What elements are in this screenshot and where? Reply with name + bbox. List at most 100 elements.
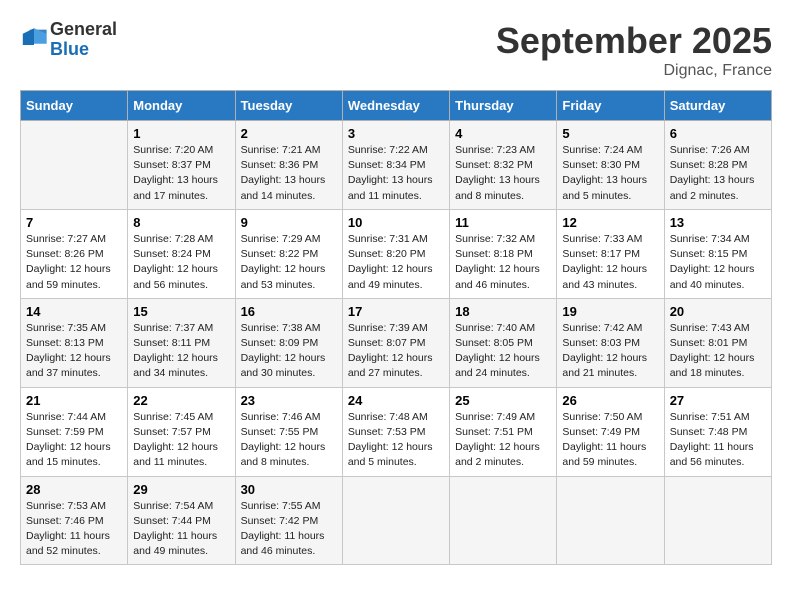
day-number: 14 — [26, 304, 122, 319]
day-number: 8 — [133, 215, 229, 230]
calendar-cell: 3 Sunrise: 7:22 AM Sunset: 8:34 PM Daylig… — [342, 121, 449, 210]
calendar-cell — [342, 476, 449, 565]
calendar-cell — [664, 476, 771, 565]
location: Dignac, France — [496, 62, 772, 80]
day-info: Sunrise: 7:48 AM Sunset: 7:53 PM Dayligh… — [348, 410, 444, 471]
day-number: 19 — [562, 304, 658, 319]
day-number: 25 — [455, 393, 551, 408]
calendar-cell: 27 Sunrise: 7:51 AM Sunset: 7:48 PM Dayli… — [664, 387, 771, 476]
calendar-cell: 2 Sunrise: 7:21 AM Sunset: 8:36 PM Daylig… — [235, 121, 342, 210]
month-title: September 2025 — [496, 20, 772, 62]
day-number: 29 — [133, 482, 229, 497]
logo-icon — [20, 24, 48, 52]
day-info: Sunrise: 7:39 AM Sunset: 8:07 PM Dayligh… — [348, 321, 444, 382]
calendar-cell: 20 Sunrise: 7:43 AM Sunset: 8:01 PM Dayli… — [664, 298, 771, 387]
day-number: 26 — [562, 393, 658, 408]
day-info: Sunrise: 7:35 AM Sunset: 8:13 PM Dayligh… — [26, 321, 122, 382]
calendar-cell: 22 Sunrise: 7:45 AM Sunset: 7:57 PM Dayli… — [128, 387, 235, 476]
day-info: Sunrise: 7:54 AM Sunset: 7:44 PM Dayligh… — [133, 499, 229, 560]
calendar-cell: 6Sunrise: 7:26 AM Sunset: 8:28 PM Daylig… — [664, 121, 771, 210]
day-info: Sunrise: 7:38 AM Sunset: 8:09 PM Dayligh… — [241, 321, 337, 382]
calendar-cell: 11Sunrise: 7:32 AM Sunset: 8:18 PM Dayli… — [450, 209, 557, 298]
calendar-week-3: 14 Sunrise: 7:35 AM Sunset: 8:13 PM Dayli… — [21, 298, 772, 387]
day-number: 21 — [26, 393, 122, 408]
day-number: 4 — [455, 126, 551, 141]
calendar-cell: 29 Sunrise: 7:54 AM Sunset: 7:44 PM Dayli… — [128, 476, 235, 565]
calendar-cell: 4Sunrise: 7:23 AM Sunset: 8:32 PM Daylig… — [450, 121, 557, 210]
day-info: Sunrise: 7:46 AM Sunset: 7:55 PM Dayligh… — [241, 410, 337, 471]
page-header: General Blue September 2025 Dignac, Fran… — [20, 20, 772, 80]
calendar-week-4: 21 Sunrise: 7:44 AM Sunset: 7:59 PM Dayli… — [21, 387, 772, 476]
weekday-header-thursday: Thursday — [450, 91, 557, 121]
day-info: Sunrise: 7:31 AM Sunset: 8:20 PM Dayligh… — [348, 232, 444, 293]
calendar-cell: 10 Sunrise: 7:31 AM Sunset: 8:20 PM Dayli… — [342, 209, 449, 298]
calendar-cell: 7Sunrise: 7:27 AM Sunset: 8:26 PM Daylig… — [21, 209, 128, 298]
calendar-cell: 5 Sunrise: 7:24 AM Sunset: 8:30 PM Daylig… — [557, 121, 664, 210]
calendar-week-5: 28 Sunrise: 7:53 AM Sunset: 7:46 PM Dayli… — [21, 476, 772, 565]
calendar-cell: 13 Sunrise: 7:34 AM Sunset: 8:15 PM Dayli… — [664, 209, 771, 298]
day-number: 3 — [348, 126, 444, 141]
day-number: 1 — [133, 126, 229, 141]
calendar-cell: 25 Sunrise: 7:49 AM Sunset: 7:51 PM Dayli… — [450, 387, 557, 476]
calendar-week-2: 7Sunrise: 7:27 AM Sunset: 8:26 PM Daylig… — [21, 209, 772, 298]
calendar-cell: 17 Sunrise: 7:39 AM Sunset: 8:07 PM Dayli… — [342, 298, 449, 387]
day-info: Sunrise: 7:20 AM Sunset: 8:37 PM Dayligh… — [133, 143, 229, 204]
day-number: 5 — [562, 126, 658, 141]
calendar-cell: 18 Sunrise: 7:40 AM Sunset: 8:05 PM Dayli… — [450, 298, 557, 387]
day-info: Sunrise: 7:29 AM Sunset: 8:22 PM Dayligh… — [241, 232, 337, 293]
calendar-cell — [557, 476, 664, 565]
calendar-week-1: 1 Sunrise: 7:20 AM Sunset: 8:37 PM Daylig… — [21, 121, 772, 210]
day-info: Sunrise: 7:27 AM Sunset: 8:26 PM Dayligh… — [26, 232, 122, 293]
calendar-cell: 21 Sunrise: 7:44 AM Sunset: 7:59 PM Dayli… — [21, 387, 128, 476]
title-block: September 2025 Dignac, France — [496, 20, 772, 80]
calendar-cell: 9Sunrise: 7:29 AM Sunset: 8:22 PM Daylig… — [235, 209, 342, 298]
weekday-header-tuesday: Tuesday — [235, 91, 342, 121]
day-number: 23 — [241, 393, 337, 408]
day-number: 20 — [670, 304, 766, 319]
day-number: 30 — [241, 482, 337, 497]
logo: General Blue — [20, 20, 117, 60]
calendar-cell: 8Sunrise: 7:28 AM Sunset: 8:24 PM Daylig… — [128, 209, 235, 298]
calendar-cell: 19 Sunrise: 7:42 AM Sunset: 8:03 PM Dayli… — [557, 298, 664, 387]
day-number: 6 — [670, 126, 766, 141]
day-info: Sunrise: 7:44 AM Sunset: 7:59 PM Dayligh… — [26, 410, 122, 471]
day-number: 11 — [455, 215, 551, 230]
day-info: Sunrise: 7:37 AM Sunset: 8:11 PM Dayligh… — [133, 321, 229, 382]
weekday-header-friday: Friday — [557, 91, 664, 121]
day-info: Sunrise: 7:40 AM Sunset: 8:05 PM Dayligh… — [455, 321, 551, 382]
calendar-cell: 16Sunrise: 7:38 AM Sunset: 8:09 PM Dayli… — [235, 298, 342, 387]
day-info: Sunrise: 7:43 AM Sunset: 8:01 PM Dayligh… — [670, 321, 766, 382]
weekday-header-saturday: Saturday — [664, 91, 771, 121]
day-info: Sunrise: 7:55 AM Sunset: 7:42 PM Dayligh… — [241, 499, 337, 560]
day-info: Sunrise: 7:33 AM Sunset: 8:17 PM Dayligh… — [562, 232, 658, 293]
calendar-cell — [21, 121, 128, 210]
day-info: Sunrise: 7:24 AM Sunset: 8:30 PM Dayligh… — [562, 143, 658, 204]
day-number: 12 — [562, 215, 658, 230]
calendar-cell — [450, 476, 557, 565]
day-info: Sunrise: 7:34 AM Sunset: 8:15 PM Dayligh… — [670, 232, 766, 293]
day-number: 27 — [670, 393, 766, 408]
day-number: 2 — [241, 126, 337, 141]
day-number: 24 — [348, 393, 444, 408]
weekday-header-sunday: Sunday — [21, 91, 128, 121]
day-number: 18 — [455, 304, 551, 319]
logo-text: General Blue — [50, 20, 117, 60]
day-info: Sunrise: 7:42 AM Sunset: 8:03 PM Dayligh… — [562, 321, 658, 382]
day-info: Sunrise: 7:49 AM Sunset: 7:51 PM Dayligh… — [455, 410, 551, 471]
day-number: 22 — [133, 393, 229, 408]
day-number: 10 — [348, 215, 444, 230]
day-info: Sunrise: 7:45 AM Sunset: 7:57 PM Dayligh… — [133, 410, 229, 471]
day-info: Sunrise: 7:21 AM Sunset: 8:36 PM Dayligh… — [241, 143, 337, 204]
day-info: Sunrise: 7:51 AM Sunset: 7:48 PM Dayligh… — [670, 410, 766, 471]
day-info: Sunrise: 7:53 AM Sunset: 7:46 PM Dayligh… — [26, 499, 122, 560]
weekday-header-monday: Monday — [128, 91, 235, 121]
calendar-cell: 30 Sunrise: 7:55 AM Sunset: 7:42 PM Dayli… — [235, 476, 342, 565]
day-number: 28 — [26, 482, 122, 497]
day-number: 13 — [670, 215, 766, 230]
day-number: 17 — [348, 304, 444, 319]
calendar-cell: 1 Sunrise: 7:20 AM Sunset: 8:37 PM Daylig… — [128, 121, 235, 210]
calendar-cell: 26Sunrise: 7:50 AM Sunset: 7:49 PM Dayli… — [557, 387, 664, 476]
calendar-cell: 12 Sunrise: 7:33 AM Sunset: 8:17 PM Dayli… — [557, 209, 664, 298]
day-info: Sunrise: 7:22 AM Sunset: 8:34 PM Dayligh… — [348, 143, 444, 204]
weekday-header-wednesday: Wednesday — [342, 91, 449, 121]
